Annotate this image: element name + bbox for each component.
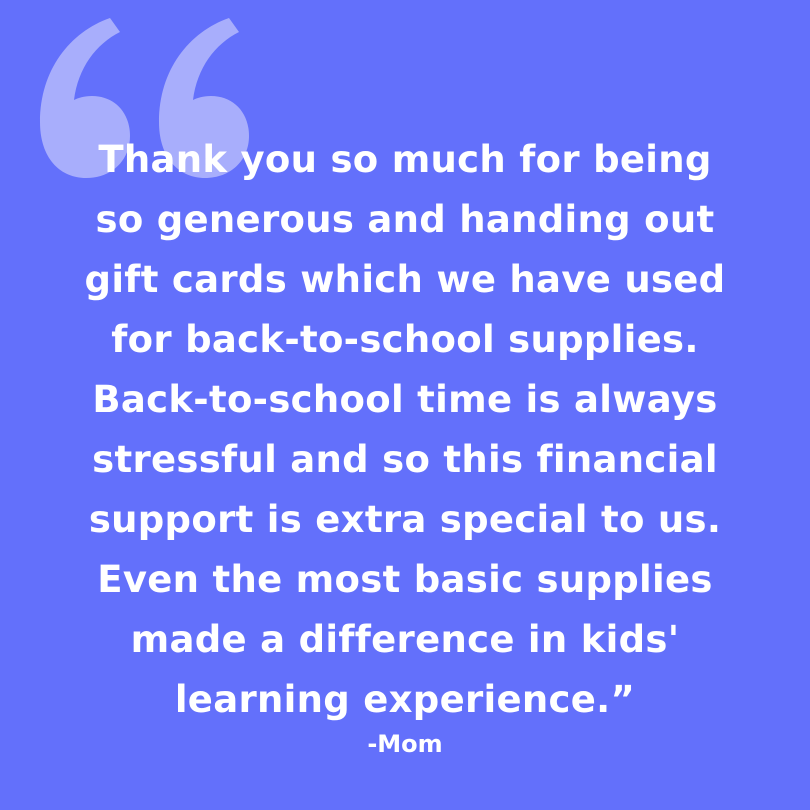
quote-line: made a difference in kids' (130, 618, 680, 661)
quote-attribution: -Mom (367, 730, 443, 758)
quote-line: Even the most basic supplies (97, 558, 713, 601)
quote-line: so generous and handing out (95, 198, 715, 241)
quote-line: Thank you so much for being (98, 138, 712, 181)
quote-line: Back-to-school time is always (92, 378, 718, 421)
quote-line: stressful and so this financial (92, 438, 718, 481)
quote-line: for back-to-school supplies. (111, 318, 699, 361)
quote-text: Thank you so much for being so generous … (0, 130, 810, 730)
quote-line: learning experience.” (174, 678, 636, 721)
quote-line: gift cards which we have used (84, 258, 726, 301)
quote-line: support is extra special to us. (88, 498, 722, 541)
